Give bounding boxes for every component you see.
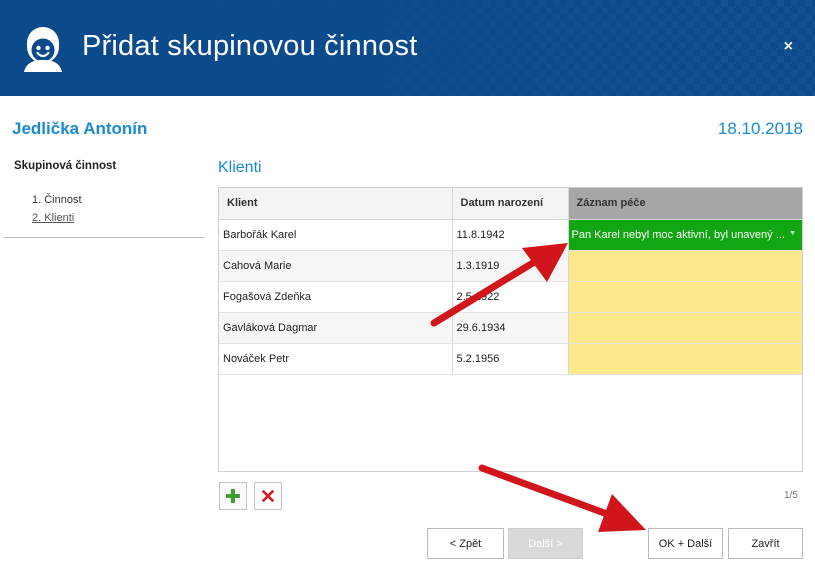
person-name: Jedlička Antonín — [12, 119, 148, 138]
care-record-cell[interactable]: Pan Karel nebyl moc aktivní, byl unavený… — [568, 219, 802, 251]
chevron-down-icon[interactable]: ▼ — [789, 230, 796, 237]
table-row[interactable]: Cahová Marie 1.3.1919 — [219, 250, 802, 282]
close-button[interactable]: Zavřít — [728, 528, 803, 559]
table-row[interactable]: Fogašová Zdeňka 2.5.1922 — [219, 281, 802, 313]
red-arrow-icon — [478, 464, 646, 532]
back-button[interactable]: < Zpět — [427, 528, 504, 559]
ok-next-button[interactable]: OK + Další — [648, 528, 723, 559]
pager-indicator: 1/5 — [784, 490, 798, 501]
remove-client-button[interactable] — [254, 482, 282, 510]
wizard-sidebar: Skupinová činnost 1. Činnost 2. Klienti — [0, 160, 204, 227]
next-button[interactable]: Další > — [508, 528, 583, 559]
clients-table: Klient Datum narození Záznam péče Barboř… — [218, 187, 803, 472]
sidebar-heading: Skupinová činnost — [14, 160, 117, 172]
care-record-cell[interactable] — [568, 312, 802, 344]
birth-date-cell[interactable]: 11.8.1942 — [452, 219, 569, 251]
sidebar-divider — [4, 237, 204, 238]
client-cell[interactable]: Gavláková Dagmar — [219, 312, 453, 344]
table-row[interactable]: Barbořák Karel 11.8.1942 Pan Karel nebyl… — [219, 219, 802, 251]
column-header-client[interactable]: Klient — [219, 188, 453, 220]
birth-date-cell[interactable]: 1.3.1919 — [452, 250, 569, 282]
title-bar: Přidat skupinovou činnost × — [0, 0, 815, 96]
client-cell[interactable]: Nováček Petr — [219, 343, 453, 375]
delete-x-icon — [262, 490, 274, 502]
care-record-cell[interactable] — [568, 281, 802, 313]
birth-date-cell[interactable]: 29.6.1934 — [452, 312, 569, 344]
client-cell[interactable]: Barbořák Karel — [219, 219, 453, 251]
birth-date-cell[interactable]: 2.5.1922 — [452, 281, 569, 313]
care-record-text: Pan Karel nebyl moc aktivní, byl unavený… — [571, 228, 785, 241]
care-record-cell[interactable] — [568, 250, 802, 282]
user-face-icon — [24, 27, 62, 72]
plus-icon — [226, 489, 240, 503]
step-klienti[interactable]: 2. Klienti — [32, 209, 204, 227]
table-row[interactable]: Nováček Petr 5.2.1956 — [219, 343, 802, 375]
client-cell[interactable]: Cahová Marie — [219, 250, 453, 282]
step-cinnost[interactable]: 1. Činnost — [32, 191, 204, 209]
section-title: Klienti — [218, 159, 262, 176]
close-icon[interactable]: × — [784, 38, 793, 56]
table-row[interactable]: Gavláková Dagmar 29.6.1934 — [219, 312, 802, 344]
wizard-steps: 1. Činnost 2. Klienti — [32, 191, 204, 227]
column-header-birth-date[interactable]: Datum narození — [452, 188, 569, 220]
window-title: Přidat skupinovou činnost — [82, 30, 418, 62]
column-header-care-record[interactable]: Záznam péče — [568, 188, 802, 220]
header-date: 18.10.2018 — [717, 119, 803, 138]
client-cell[interactable]: Fogašová Zdeňka — [219, 281, 453, 313]
add-client-button[interactable] — [219, 482, 247, 510]
care-record-cell[interactable] — [568, 343, 802, 375]
birth-date-cell[interactable]: 5.2.1956 — [452, 343, 569, 375]
table-header-row: Klient Datum narození Záznam péče — [219, 188, 802, 220]
